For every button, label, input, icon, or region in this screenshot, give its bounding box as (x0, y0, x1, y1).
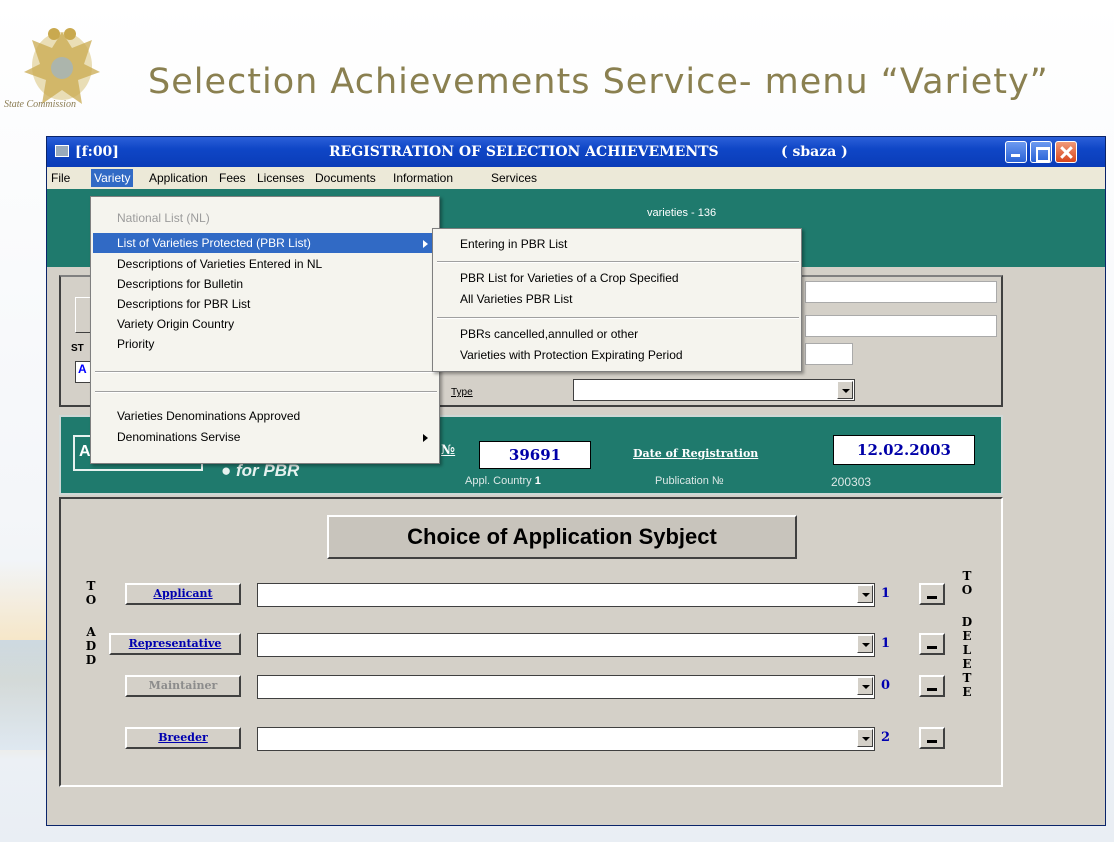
menubar: File Variety Application Fees Licenses D… (47, 167, 1105, 189)
menu-separator (437, 261, 799, 263)
menu-item-descriptions-nl[interactable]: Descriptions of Varieties Entered in NL (117, 257, 322, 271)
breeder-button[interactable]: Breeder (125, 727, 241, 749)
to-delete-letter: E (962, 685, 972, 699)
to-delete-letter: E (962, 629, 972, 643)
to-delete-letter: L (962, 643, 972, 657)
menu-separator (95, 371, 437, 373)
applicant-button[interactable]: Applicant (125, 583, 241, 605)
menu-item-origin-country[interactable]: Variety Origin Country (117, 317, 234, 331)
menu-item-descriptions-bulletin[interactable]: Descriptions for Bulletin (117, 277, 243, 291)
appl-country-label: Appl. Country (465, 475, 532, 487)
chevron-down-icon[interactable] (857, 729, 873, 747)
menu-application[interactable]: Application (149, 171, 208, 185)
to-delete-letter: O (961, 583, 973, 597)
close-button[interactable] (1055, 141, 1077, 163)
choice-of-application-subject-button[interactable]: Choice of Application Sybject (327, 515, 797, 559)
submenu-item-entering-pbr[interactable]: Entering in PBR List (460, 237, 567, 251)
selection-field-3[interactable] (805, 343, 853, 365)
menu-documents[interactable]: Documents (315, 171, 376, 185)
menu-item-national-list[interactable]: National List (NL) (117, 211, 210, 225)
menu-licenses[interactable]: Licenses (257, 171, 304, 185)
window-title: REGISTRATION OF SELECTION ACHIEVEMENTS (329, 144, 719, 160)
submenu-item-pbr-cancelled[interactable]: PBRs cancelled,annulled or other (460, 327, 638, 341)
delete-representative-button[interactable] (919, 633, 945, 655)
chevron-down-icon[interactable] (857, 677, 873, 695)
delete-applicant-button[interactable] (919, 583, 945, 605)
to-add-letter: D (85, 639, 97, 653)
delete-breeder-button[interactable] (919, 727, 945, 749)
selection-field-2[interactable] (805, 315, 997, 337)
to-delete-letter: T (962, 569, 972, 583)
applicant-combo[interactable] (257, 583, 875, 607)
to-add-letter: T (86, 579, 96, 593)
maintainer-combo[interactable] (257, 675, 875, 699)
chevron-down-icon[interactable] (857, 635, 873, 653)
window-title-user: ( sbaza ) (781, 144, 848, 160)
emblem-caption: State Commission (4, 99, 76, 110)
date-of-registration-label[interactable]: Date of Registration (633, 447, 758, 460)
varieties-count: varieties - 136 (647, 207, 717, 219)
subject-panel: Choice of Application Sybject T O A D D … (59, 497, 1003, 787)
breeder-combo[interactable] (257, 727, 875, 751)
applicant-count: 1 (881, 586, 891, 601)
menu-services[interactable]: Services (491, 171, 537, 185)
representative-count: 1 (881, 636, 891, 651)
menu-separator (95, 391, 437, 393)
appl-country-value: 1 (534, 475, 541, 487)
submenu-item-all-pbr[interactable]: All Varieties PBR List (460, 292, 572, 306)
window-title-code: [f:00] (75, 144, 119, 160)
maximize-button[interactable] (1030, 141, 1052, 163)
representative-button[interactable]: Representative (109, 633, 241, 655)
breeder-count: 2 (881, 730, 891, 745)
slide-title: Selection Achievements Service- menu “Va… (148, 62, 1049, 102)
to-add-letter: A (86, 625, 96, 639)
date-of-registration[interactable]: 12.02.2003 (833, 435, 975, 465)
delete-maintainer-button[interactable] (919, 675, 945, 697)
variety-menu: National List (NL) List of Varieties Pro… (90, 196, 440, 464)
application-number[interactable]: 39691 (479, 441, 591, 469)
submenu-item-expiring[interactable]: Varieties with Protection Expirating Per… (460, 348, 683, 362)
to-add-letter: D (85, 653, 97, 667)
minimize-button[interactable] (1005, 141, 1027, 163)
publication-label: Publication № (655, 475, 724, 487)
submenu-arrow-icon (423, 434, 428, 442)
representative-combo[interactable] (257, 633, 875, 657)
menu-fees[interactable]: Fees (219, 171, 246, 185)
menu-information[interactable]: Information (393, 171, 453, 185)
to-delete-label: T O D E L E T E (959, 569, 975, 699)
menu-variety[interactable]: Variety (91, 169, 134, 187)
type-label: Type (451, 387, 473, 398)
to-delete-letter: D (961, 615, 973, 629)
menu-file[interactable]: File (51, 171, 70, 185)
menu-item-denominations-approved[interactable]: Varieties Denominations Approved (117, 409, 300, 423)
selection-field-1[interactable] (805, 281, 997, 303)
submenu-item-pbr-crop[interactable]: PBR List for Varieties of a Crop Specifi… (460, 271, 679, 285)
menu-separator (437, 317, 799, 319)
submenu-arrow-icon (423, 240, 428, 248)
selection-label: ST (71, 343, 84, 354)
menu-item-priority[interactable]: Priority (117, 337, 154, 351)
to-delete-letter: E (962, 657, 972, 671)
to-add-letter: O (85, 593, 97, 607)
maintainer-button[interactable]: Maintainer (125, 675, 241, 697)
window-titlebar[interactable]: [f:00] REGISTRATION OF SELECTION ACHIEVE… (47, 137, 1105, 167)
menu-item-denominations-service[interactable]: Denominations Servise (117, 430, 240, 444)
app-icon[interactable] (55, 145, 69, 157)
chevron-down-icon[interactable] (857, 585, 873, 603)
appl-country: Appl. Country 1 (465, 475, 541, 487)
menu-item-pbr-list[interactable]: List of Varieties Protected (PBR List) (117, 236, 311, 250)
to-delete-letter: T (962, 671, 972, 685)
maintainer-count: 0 (881, 678, 891, 693)
menu-item-descriptions-pbr[interactable]: Descriptions for PBR List (117, 297, 250, 311)
application-number-label: № (441, 443, 456, 458)
publication-value: 200303 (831, 475, 872, 489)
chevron-down-icon[interactable] (837, 381, 853, 399)
pbr-submenu: Entering in PBR List PBR List for Variet… (432, 228, 802, 372)
to-add-label: T O A D D (83, 579, 99, 667)
for-pbr-label: ● for PBR (221, 461, 300, 480)
type-select[interactable] (573, 379, 855, 401)
